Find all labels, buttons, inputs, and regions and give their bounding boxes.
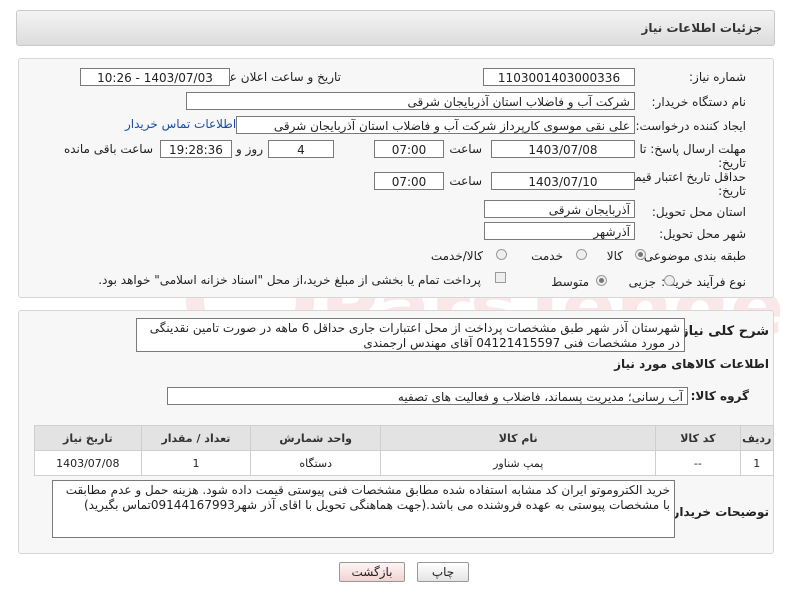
deadline-date-field: 1403/07/08 (491, 140, 635, 158)
purchase-medium-radio[interactable] (596, 275, 607, 286)
validity-date-field: 1403/07/10 (491, 172, 635, 190)
category-label: طبقه بندی موضوعی: (639, 249, 746, 263)
purchase-minor-label: جزیی (628, 275, 656, 289)
col-unit: واحد شمارش (250, 425, 382, 451)
print-button[interactable]: چاپ (417, 562, 469, 582)
purchase-minor-radio[interactable] (664, 275, 675, 286)
buyer-notes-field: خرید الکتروموتو ایران کد مشابه استفاده ش… (52, 480, 675, 538)
back-button[interactable]: بازگشت (339, 562, 405, 582)
requester-field: علی نقی موسوی کارپرداز شرکت آب و فاضلاب … (236, 116, 635, 134)
goods-info-title: اطلاعات کالاهای مورد نیاز (614, 357, 769, 371)
need-number-field: 1103001403000336 (483, 68, 635, 86)
category-service-radio[interactable] (576, 249, 587, 260)
cell-quantity: 1 (140, 450, 252, 476)
price-validity-label-date: تاریخ: (718, 184, 746, 198)
category-goods-label: کالا (606, 249, 623, 263)
deadline-time-label: ساعت (449, 142, 482, 156)
buyer-notes-label: توضیحات خریدار: (667, 505, 769, 519)
province-label: استان محل تحویل: (651, 205, 746, 219)
purchase-medium-label: متوسط (551, 275, 589, 289)
treasury-payment-note: پرداخت تمام یا بخشی از مبلغ خرید،از محل … (98, 273, 481, 287)
need-number-label: شماره نیاز: (689, 70, 746, 84)
validity-time-field: 07:00 (374, 172, 444, 190)
description-field: شهرستان آذر شهر طبق مشخصات پرداخت از محل… (136, 318, 685, 352)
goods-table: ردیف کد کالا نام کالا واحد شمارش تعداد /… (34, 425, 775, 476)
cell-row: 1 (739, 450, 775, 476)
validity-time-label: ساعت (449, 174, 482, 188)
goods-table-header: ردیف کد کالا نام کالا واحد شمارش تعداد /… (34, 425, 775, 451)
description-label: شرح کلی نیاز: (675, 324, 769, 339)
remaining-time-field: 19:28:36 (160, 140, 232, 158)
days-label: روز و (236, 142, 263, 156)
announce-date-field: 1403/07/03 - 10:26 (80, 68, 230, 86)
cell-code: -- (655, 450, 741, 476)
goods-group-label: گروه کالا: (690, 389, 749, 403)
page-title: جزئیات اطلاعات نیاز (641, 21, 762, 35)
page-header: جزئیات اطلاعات نیاز (16, 10, 775, 46)
deadline-time-field: 07:00 (374, 140, 444, 158)
goods-group-field: آب رسانی؛ مدیریت پسماند، فاضلاب و فعالیت… (167, 387, 688, 405)
buyer-contact-link[interactable]: اطلاعات تماس خریدار (125, 117, 236, 131)
category-goods-service-radio[interactable] (496, 249, 507, 260)
buyer-org-label: نام دستگاه خریدار: (651, 95, 747, 109)
category-goods-radio[interactable] (635, 249, 646, 260)
city-label: شهر محل تحویل: (659, 227, 746, 241)
deadline-label-date: تاریخ: (718, 156, 746, 170)
remaining-days-field: 4 (268, 140, 334, 158)
cell-unit: دستگاه (250, 450, 382, 476)
requester-label: ایجاد کننده درخواست: (635, 119, 746, 133)
cell-need-date: 1403/07/08 (34, 450, 142, 476)
remaining-label: ساعت باقی مانده (63, 142, 153, 156)
buyer-org-field: شرکت آب و فاضلاب استان آذربایجان شرقی (186, 92, 635, 110)
province-field: آذربایجان شرقی (484, 200, 635, 218)
table-row: 1 -- پمپ شناور دستگاه 1 1403/07/08 (34, 450, 775, 476)
col-code: کد کالا (655, 425, 741, 451)
col-need-date: تاریخ نیاز (34, 425, 142, 451)
treasury-payment-checkbox[interactable] (495, 272, 506, 283)
deadline-label: مهلت ارسال پاسخ: تا (639, 142, 746, 156)
col-row: ردیف (739, 425, 775, 451)
category-service-label: خدمت (531, 249, 563, 263)
category-goods-service-label: کالا/خدمت (430, 249, 483, 263)
col-quantity: تعداد / مقدار (140, 425, 252, 451)
col-name: نام کالا (380, 425, 657, 451)
city-field: آذرشهر (484, 222, 635, 240)
cell-name: پمپ شناور (380, 450, 657, 476)
